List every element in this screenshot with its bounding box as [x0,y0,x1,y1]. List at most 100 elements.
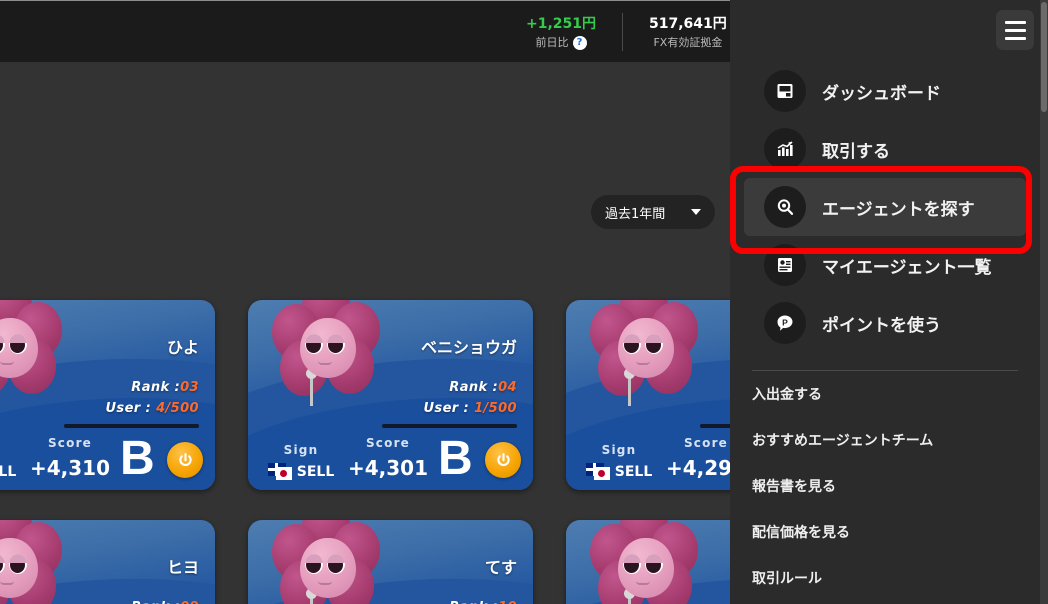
rank-label: Rank : [131,600,180,604]
score-value: +4,301 [347,456,429,480]
sidebar-sub-group: 入出金するおすすめエージェントチーム報告書を見る配信価格を見る取引ルールマイメイ… [730,371,1040,604]
chevron-down-icon [691,209,701,215]
rank-label: Rank : [449,380,499,395]
power-button[interactable] [167,442,203,478]
power-button[interactable] [485,442,521,478]
agent-rank: Rank :09 [131,600,199,604]
card-stats-row: Sign SELL Score +4,301 B [262,435,521,483]
agent-avatar [272,300,384,413]
mouth [636,581,650,585]
stat-label: 前日比 [535,35,569,49]
sidebar-item-4[interactable]: マイエージェント一覧 [744,236,1026,294]
sidebar-sub-item-5[interactable]: 取引ルール [730,555,1040,601]
stat-label: FX有効証拠金 [653,35,723,49]
sign-value-row: SELL [267,463,335,480]
agent-face [618,318,674,378]
eye-left [0,334,5,354]
user-value: 1/500 [474,401,517,416]
sidebar-item-5[interactable]: P ポイントを使う [744,294,1026,352]
rank-value: 04 [498,380,517,395]
rank-label: Rank : [131,380,181,395]
card-separator-bar [700,424,730,428]
sign-column: SignSELL [0,443,22,480]
main-content: 過去1年間 ひよRank :03User : 4/500SignSELLScor… [0,62,730,604]
period-select-value: 過去1年間 [605,206,666,222]
filter-row: 過去1年間 [591,195,715,229]
agent-face [300,538,356,598]
search-agent-icon [764,186,806,228]
user-label: User : [423,401,470,416]
sign-value: SELL [296,463,335,480]
agent-users: User : 1/500 [423,401,517,416]
agent-avatar [272,520,384,604]
mouth [318,581,332,585]
mouth [0,581,14,585]
mouth [318,361,332,365]
menu-icon[interactable] [996,10,1034,50]
agent-card-grid: ひよRank :03User : 4/500SignSELLScore+4,31… [0,300,730,604]
sidebar-sub-item-4[interactable]: 配信価格を見る [730,509,1040,555]
agent-name: ヒヨ [166,558,199,577]
sidebar-sub-item-2[interactable]: おすすめエージェントチーム [730,417,1040,463]
sign-column: SignSELL [262,443,340,480]
rank-value: 10 [498,600,517,604]
agent-name: ひよ [166,338,199,357]
eye-left [623,334,641,354]
rank-label: Rank : [449,600,498,604]
svg-text:P: P [782,317,788,327]
agent-avatar [0,520,66,604]
sign-value: SELL [614,463,653,480]
agent-card[interactable]: ヒヨRank :09User : 2/500SignSELLScore+4,18… [0,520,215,604]
sidebar-menu: ダッシュボード取引するエージェントを探す マイエージェント一覧 P ポイントを使う 入… [730,0,1040,604]
chart-up-icon [764,128,806,170]
agent-card[interactable]: てすRank :10User : 0/500SignSELLScore+4,15… [248,520,533,604]
score-column: Score +4,297 [658,436,730,480]
topbar-stats: +1,251円 前日比? 517,641円 FX有効証拠金 [500,1,753,63]
score-value: +4,310 [29,456,111,480]
stat-label-row: 前日比? [535,35,587,50]
period-select[interactable]: 過去1年間 [591,195,715,229]
sidebar-item-label: エージェントを探す [822,199,975,220]
sidebar-item-2[interactable]: 取引する [744,120,1026,178]
help-icon[interactable]: ? [572,35,587,50]
agent-card[interactable]: ベニショウガ Rank :04 User : 1/500 Sign SELL Score +… [248,300,533,490]
app-root: 過去1年間 ひよRank :03User : 4/500SignSELLScor… [0,0,1048,604]
agent-card[interactable]: ポテチRank :05User : 0/500SignSELLScore+4,2… [566,300,730,490]
dashboard-icon [764,70,806,112]
sidebar-item-label: ポイントを使う [822,315,941,336]
agent-name: ベニショウガ [420,338,517,357]
eye-right [327,334,345,354]
grade-value: B [120,432,155,486]
mouth [636,361,650,365]
sidebar-sub-item-3[interactable]: 報告書を見る [730,463,1040,509]
stat-value: 517,641円 [649,15,727,32]
sidebar-item-1[interactable]: ダッシュボード [744,62,1026,120]
sidebar-item-label: マイエージェント一覧 [822,257,992,278]
eye-left [305,554,323,574]
agent-card[interactable]: ひよ Rank :03 User : 4/500 SignSELL Score +4,31… [0,300,215,490]
sidebar-nav-group: ダッシュボード取引するエージェントを探す マイエージェント一覧 P ポイントを使う [730,62,1040,352]
agent-users: User : 4/500 [105,401,199,416]
point-bubble-icon: P [764,302,806,344]
eye-left [623,554,641,574]
score-label: Score [47,436,93,450]
currency-pair-flag-icon [267,463,292,480]
user-label: User : [105,401,152,416]
sign-value: SELL [0,463,17,480]
eye-right [645,554,663,574]
agent-rank: Rank :04 [449,380,517,395]
agent-avatar [590,300,702,413]
stat-block: +1,251円 前日比? [500,1,622,63]
currency-pair-flag-icon [585,463,610,480]
agent-card[interactable]: クロRank :11User : 0/500SignSELLScore+4,12… [566,520,730,604]
agent-rank: Rank :03 [131,380,199,395]
sidebar-item-3[interactable]: エージェントを探す [744,178,1026,236]
score-column: Score +4,310 [22,436,118,480]
sign-label: Sign [601,443,637,457]
menu-bar-3 [1004,36,1026,40]
sidebar-item-label: ダッシュボード [822,83,941,104]
score-column: Score +4,301 [340,436,436,480]
sidebar-sub-item-1[interactable]: 入出金する [730,371,1040,417]
scrollbar-thumb[interactable] [1041,2,1047,112]
score-label: Score [365,436,411,450]
